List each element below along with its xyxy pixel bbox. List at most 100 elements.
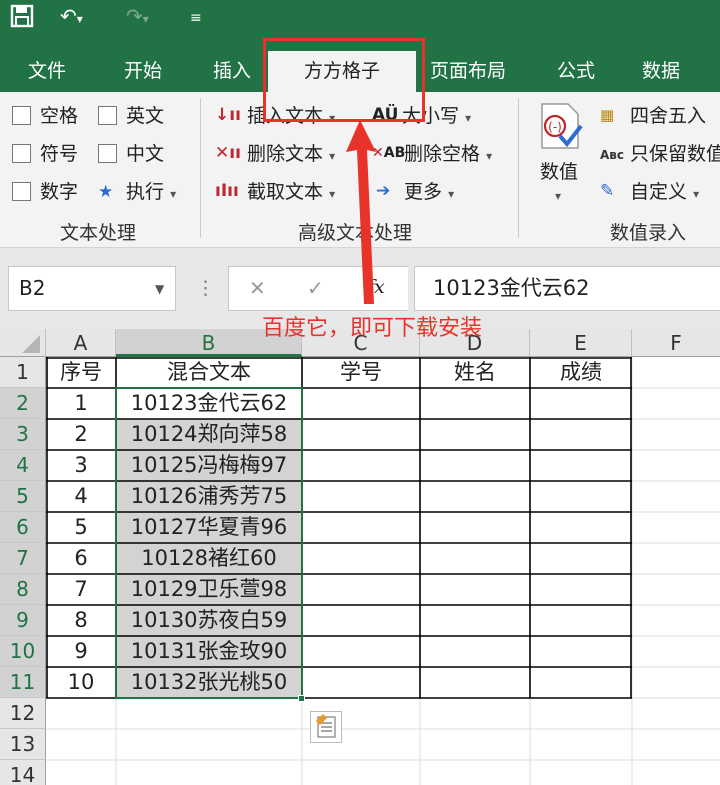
customize-icon[interactable]: ≡ — [190, 6, 202, 30]
tab-home[interactable]: 开始 — [124, 59, 162, 83]
cell-mixed-text[interactable]: 10125冯梅梅97 — [116, 450, 302, 481]
annotation-arrow — [346, 120, 376, 304]
cell-mixed-text[interactable]: 10123金代云62 — [116, 388, 302, 419]
save-icon[interactable] — [10, 3, 34, 34]
redo-icon[interactable]: ↷▾ — [126, 4, 149, 31]
row-header[interactable]: 7 — [0, 543, 46, 574]
tab-insert[interactable]: 插入 — [213, 59, 251, 83]
english-label: 英文 — [126, 105, 165, 127]
extract-text-button[interactable]: 截取文本 ▾ — [247, 180, 335, 206]
select-all-corner[interactable] — [0, 329, 46, 357]
cell-index[interactable]: 6 — [46, 543, 116, 574]
round-icon: ▦ — [600, 106, 615, 124]
custom-icon: ✎ — [600, 181, 615, 201]
star-icon: ★ — [98, 182, 114, 202]
number-label: 数字 — [40, 181, 79, 203]
row-header[interactable]: 1 — [0, 357, 46, 388]
row-header[interactable]: 12 — [0, 698, 46, 729]
row-header[interactable]: 10 — [0, 636, 46, 667]
cancel-icon[interactable]: ✕ — [249, 276, 266, 300]
value-button[interactable]: 数值 — [540, 160, 578, 184]
custom-button[interactable]: 自定义 ▾ — [630, 180, 699, 206]
annotation-text: 百度它，即可下载安装 — [262, 316, 483, 341]
formula-input[interactable]: 10123金代云62 — [414, 266, 720, 311]
symbol-label: 符号 — [40, 143, 79, 165]
column-header-e[interactable]: E — [530, 329, 632, 357]
row-header[interactable]: 9 — [0, 605, 46, 636]
cell-mixed-text[interactable]: 10126浦秀芳75 — [116, 481, 302, 512]
cell-header[interactable]: 混合文本 — [116, 357, 302, 388]
row-header[interactable]: 8 — [0, 574, 46, 605]
tab-formulas[interactable]: 公式 — [557, 59, 595, 83]
cell-index[interactable]: 1 — [46, 388, 116, 419]
row-header[interactable]: 2 — [0, 388, 46, 419]
cell-index[interactable]: 7 — [46, 574, 116, 605]
cell-header[interactable]: 序号 — [46, 357, 116, 388]
chevron-down-icon[interactable]: ▼ — [155, 277, 164, 301]
more-button[interactable]: 更多 ▾ — [404, 180, 454, 206]
row-header[interactable]: 13 — [0, 729, 46, 760]
row-header[interactable]: 14 — [0, 760, 46, 785]
cell-mixed-text[interactable]: 10131张金玫90 — [116, 636, 302, 667]
symbol-checkbox[interactable] — [12, 144, 31, 163]
extract-text-icon: ıIıı — [215, 181, 239, 201]
quick-analysis-icon — [316, 714, 336, 738]
chinese-checkbox[interactable] — [98, 144, 117, 163]
delete-text-icon: ✕ıı — [215, 143, 241, 163]
cell-header[interactable]: 成绩 — [530, 357, 632, 388]
cell-mixed-text[interactable]: 10130苏夜白59 — [116, 605, 302, 636]
divider — [518, 98, 519, 238]
cell-index[interactable]: 5 — [46, 512, 116, 543]
row-header[interactable]: 11 — [0, 667, 46, 698]
english-checkbox[interactable] — [98, 106, 117, 125]
execute-button[interactable]: 执行 ▾ — [126, 180, 176, 206]
cell-mixed-text[interactable]: 10129卫乐萱98 — [116, 574, 302, 605]
cell-index[interactable]: 8 — [46, 605, 116, 636]
round-button[interactable]: 四舍五入 — [630, 104, 706, 128]
row-header[interactable]: 6 — [0, 512, 46, 543]
cell-mixed-text[interactable]: 10132张光桃50 — [116, 667, 302, 698]
tab-file[interactable]: 文件 — [28, 59, 66, 83]
quick-analysis-button[interactable] — [310, 711, 342, 743]
svg-text:(-): (-) — [548, 120, 562, 134]
delete-text-button[interactable]: 删除文本 ▾ — [247, 142, 335, 168]
column-header-f[interactable]: F — [632, 329, 720, 357]
cell-index[interactable]: 4 — [46, 481, 116, 512]
enter-icon[interactable]: ✓ — [307, 276, 324, 300]
more-dots-icon: ⋮ — [196, 277, 215, 299]
chinese-label: 中文 — [126, 143, 165, 165]
text-group-label: 文本处理 — [60, 222, 137, 244]
delete-spaces-button[interactable]: 删除空格 ▾ — [404, 142, 492, 168]
cell-index[interactable]: 10 — [46, 667, 116, 698]
abc-icon: Aвc — [600, 148, 624, 162]
highlight-box — [263, 38, 425, 122]
row-header[interactable]: 4 — [0, 450, 46, 481]
row-header[interactable]: 5 — [0, 481, 46, 512]
undo-icon[interactable]: ↶▾ — [60, 4, 83, 31]
insert-text-icon: ↓ıı — [215, 105, 241, 125]
cell-header[interactable]: 姓名 — [420, 357, 530, 388]
row-header[interactable]: 3 — [0, 419, 46, 450]
cell-mixed-text[interactable]: 10128褚红60 — [116, 543, 302, 574]
tab-data[interactable]: 数据 — [642, 59, 680, 83]
chevron-down-icon[interactable]: ▾ — [555, 184, 561, 208]
cell-index[interactable]: 9 — [46, 636, 116, 667]
value-icon: (-) — [538, 102, 584, 150]
cell-mixed-text[interactable]: 10124郑向萍58 — [116, 419, 302, 450]
cell-header[interactable]: 学号 — [302, 357, 420, 388]
value-group-label: 数值录入 — [610, 222, 687, 244]
divider — [200, 98, 201, 238]
cell-index[interactable]: 3 — [46, 450, 116, 481]
tab-page-layout[interactable]: 页面布局 — [430, 59, 506, 83]
space-checkbox[interactable] — [12, 106, 31, 125]
spreadsheet-grid: A B C D E F 1 2 3 4 5 6 7 8 9 10 11 12 1… — [0, 329, 720, 785]
column-header-a[interactable]: A — [46, 329, 116, 357]
formula-value: 10123金代云62 — [433, 276, 590, 300]
name-box-value: B2 — [19, 276, 46, 300]
keep-values-button[interactable]: 只保留数值 — [630, 142, 720, 166]
cell-index[interactable]: 2 — [46, 419, 116, 450]
space-label: 空格 — [40, 105, 79, 127]
cell-mixed-text[interactable]: 10127华夏青96 — [116, 512, 302, 543]
number-checkbox[interactable] — [12, 182, 31, 201]
name-box[interactable]: B2 ▼ — [8, 266, 176, 311]
